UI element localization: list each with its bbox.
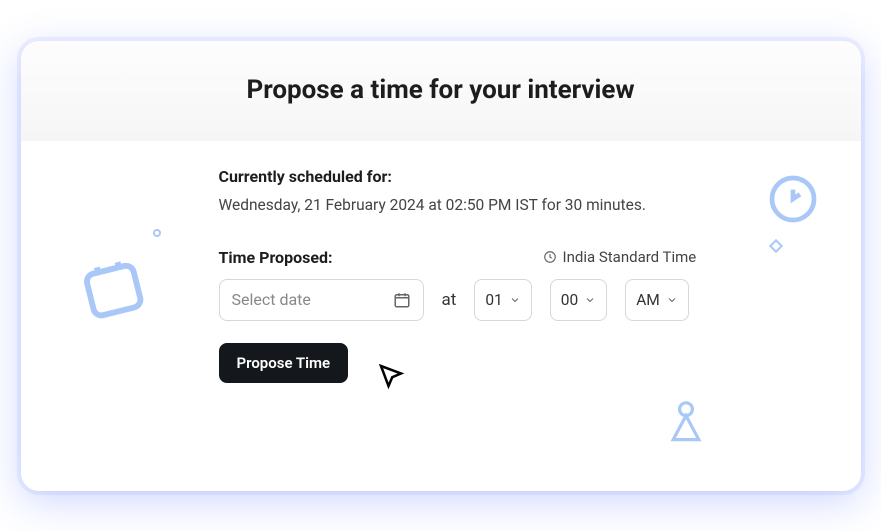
timezone: India Standard Time: [543, 248, 697, 266]
propose-time-button[interactable]: Propose Time: [219, 343, 349, 383]
ampm-value: AM: [636, 291, 660, 309]
chevron-down-icon: [666, 294, 678, 306]
proposed-row: Time Proposed: India Standard Time: [219, 248, 861, 267]
interview-time-card: Propose a time for your interview Curren…: [21, 41, 861, 491]
proposed-label: Time Proposed:: [219, 248, 333, 267]
date-input[interactable]: Select date: [219, 279, 424, 321]
ampm-select[interactable]: AM: [625, 279, 689, 321]
date-placeholder: Select date: [232, 290, 311, 309]
timezone-label: India Standard Time: [563, 248, 697, 266]
dot-decoration-icon: [153, 229, 161, 237]
hour-value: 01: [485, 291, 502, 309]
chevron-down-icon: [584, 294, 596, 306]
page-title: Propose a time for your interview: [21, 75, 861, 105]
clock-icon: [543, 250, 557, 264]
chevron-down-icon: [509, 294, 521, 306]
minute-select[interactable]: 00: [550, 279, 607, 321]
clock-decoration-icon: [765, 171, 821, 227]
hero: Propose a time for your interview: [21, 41, 861, 141]
minute-value: 00: [561, 291, 578, 309]
calendar-icon: [393, 291, 411, 309]
time-controls: Select date at 01 00 AM: [219, 279, 861, 321]
at-label: at: [442, 290, 457, 310]
cursor-icon: [376, 361, 406, 391]
pin-decoration-icon: [666, 398, 706, 446]
content: Currently scheduled for: Wednesday, 21 F…: [21, 141, 861, 383]
hour-select[interactable]: 01: [474, 279, 531, 321]
